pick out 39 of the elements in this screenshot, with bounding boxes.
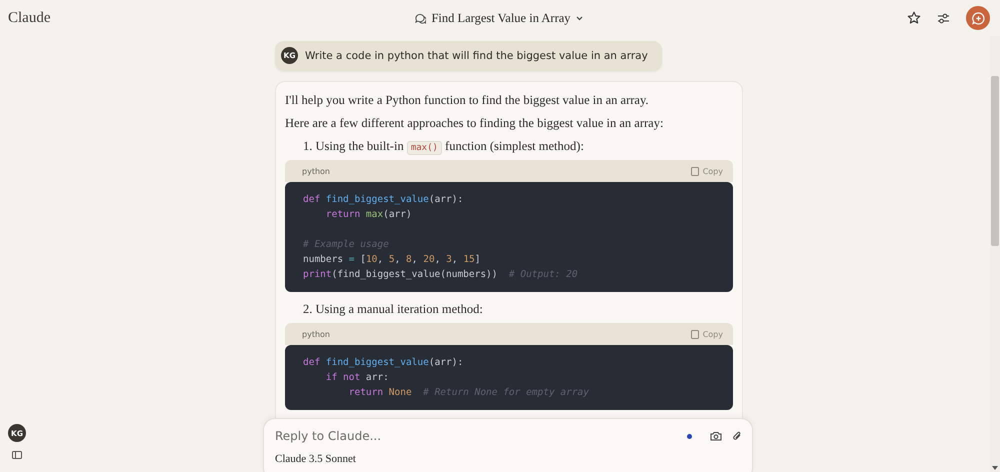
language-label: python: [302, 330, 330, 338]
chat-title[interactable]: Find Largest Value in Array: [415, 10, 583, 26]
star-icon: [907, 11, 921, 25]
new-chat-button[interactable]: [966, 6, 990, 30]
code-line: def find_biggest_value(arr):: [303, 356, 464, 370]
chevron-down-icon: [576, 16, 583, 20]
code-line: # Example usage: [303, 238, 390, 252]
message-text: Write a code in python that will find the biggest value in an array: [305, 50, 648, 62]
star-button[interactable]: [907, 11, 921, 25]
code-line: if not arr:: [324, 371, 390, 385]
chat-plus-icon: [972, 12, 984, 24]
scroll-down-icon[interactable]: [992, 466, 998, 470]
list-item: 1. Using the built-in max() function (simplest method):: [303, 139, 585, 154]
code-line: return max(arr): [324, 208, 413, 222]
paperclip-icon: [732, 430, 742, 442]
response-paragraph: I'll help you write a Python function to find the biggest value in an array.: [285, 93, 650, 108]
camera-button[interactable]: [710, 431, 722, 441]
chat-bubble-icon: [415, 12, 426, 24]
copy-icon: [690, 330, 699, 338]
status-dot: [687, 434, 692, 438]
list-item: 2. Using a manual iteration method:: [303, 302, 484, 317]
response-paragraph: Here are a few different approaches to finding the biggest value in an array:: [285, 116, 664, 131]
sliders-icon: [937, 12, 950, 24]
camera-icon: [710, 431, 722, 441]
code-line: def find_biggest_value(arr):: [303, 193, 464, 207]
code-line: print(find_biggest_value(numbers)) # Output: 20: [303, 268, 579, 282]
settings-button[interactable]: [937, 12, 950, 24]
scrollbar-thumb[interactable]: [991, 76, 999, 246]
code-line: return None # Return None for empty array: [348, 386, 590, 400]
copy-icon: [690, 166, 699, 176]
attach-button[interactable]: [732, 430, 742, 442]
sidebar-toggle-button[interactable]: [12, 451, 22, 459]
reply-field[interactable]: Reply to Claude...: [275, 429, 687, 443]
scrollbar[interactable]: [990, 36, 1000, 472]
model-selector[interactable]: Claude 3.5 Sonnet: [275, 453, 356, 465]
code-line: numbers = [10, 5, 8, 20, 3, 15]: [303, 253, 482, 267]
language-label: python: [302, 166, 330, 176]
app-logo: Claude: [8, 10, 52, 26]
sidebar-icon: [12, 451, 22, 459]
